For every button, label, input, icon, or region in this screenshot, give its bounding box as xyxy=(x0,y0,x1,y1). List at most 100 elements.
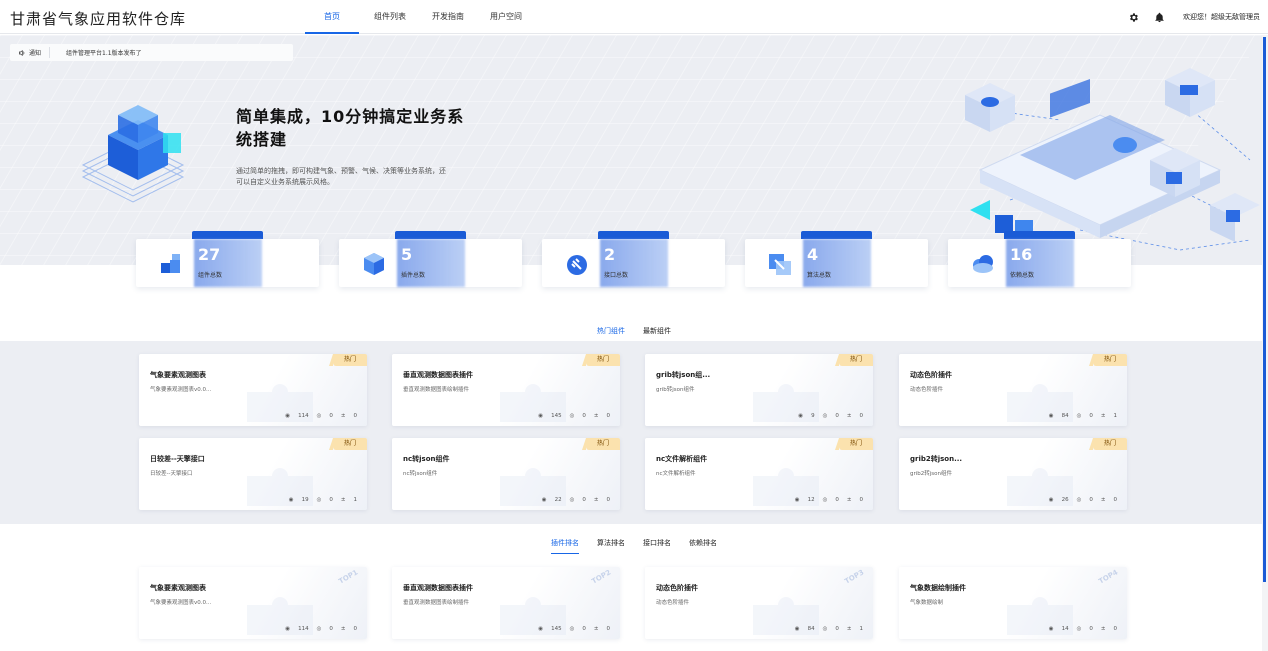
card-stats: ◉ 84 ◎ 0 ±1 xyxy=(1049,413,1117,419)
gear-icon[interactable] xyxy=(1127,11,1139,23)
hot-badge: 热门 xyxy=(329,354,367,366)
eye-icon: ◉ xyxy=(538,626,544,632)
stat-card-dependencies[interactable]: 16 依赖总数 xyxy=(948,231,1131,287)
ranking-card[interactable]: TOP2 垂直观测数据图表插件 垂直观测数据图表绘制插件 ◉ 145 ◎ 0 ±0 xyxy=(392,567,620,639)
tab-new-components[interactable]: 最新组件 xyxy=(643,326,671,342)
component-card[interactable]: 热门 nc转json组件 nc转json组件 ◉ 22 ◎ 0 ±0 xyxy=(392,438,620,510)
download-count: 0 xyxy=(606,413,611,419)
tab-hot-components[interactable]: 热门组件 xyxy=(597,326,625,342)
tab-plugin-ranking[interactable]: 插件排名 xyxy=(551,538,579,554)
hot-badge: 热门 xyxy=(1089,438,1127,450)
stat-number: 5 xyxy=(401,245,413,264)
card-subtitle: 日较差--天擎接口 xyxy=(150,471,193,477)
card-title: 气象要素观测图表 xyxy=(150,371,206,379)
stat-card-plugins[interactable]: 5 插件总数 xyxy=(339,231,522,287)
component-card[interactable]: 热门 动态色阶插件 动态色阶插件 ◉ 84 ◎ 0 ±1 xyxy=(899,354,1127,426)
dependency-icon xyxy=(973,255,993,273)
download-icon: ± xyxy=(593,497,599,503)
component-card[interactable]: 热门 nc文件解析组件 nc文件解析组件 ◉ 12 ◎ 0 ±0 xyxy=(645,438,873,510)
card-subtitle: 气象要素观测图表v0.0... xyxy=(150,600,212,606)
card-stats: ◉ 12 ◎ 0 ±0 xyxy=(795,497,863,503)
like-icon: ◎ xyxy=(822,497,828,503)
nav-dev-guide[interactable]: 开发指南 xyxy=(419,0,477,34)
card-stats: ◉ 145 ◎ 0 ±0 xyxy=(538,626,610,632)
component-card[interactable]: 热门 气象要素观测图表 气象要素观测图表v0.0... ◉ 114 ◎ 0 ±0 xyxy=(139,354,367,426)
notice-text[interactable]: 组件管理平台1.1版本发布了 xyxy=(50,48,142,57)
hot-badge: 热门 xyxy=(1089,354,1127,366)
stat-label: 插件总数 xyxy=(401,272,426,279)
algorithm-icon xyxy=(769,254,791,275)
view-count: 145 xyxy=(551,626,562,632)
card-title: 日较差--天擎接口 xyxy=(150,455,205,463)
eye-icon: ◉ xyxy=(794,497,800,503)
component-card[interactable]: 热门 垂直观测数据图表插件 垂直观测数据图表绘制插件 ◉ 145 ◎ 0 ±0 xyxy=(392,354,620,426)
like-icon: ◎ xyxy=(569,497,575,503)
hot-badge: 热门 xyxy=(582,438,620,450)
component-card[interactable]: 热门 grib2转json... grib2转json组件 ◉ 26 ◎ 0 ±0 xyxy=(899,438,1127,510)
main-nav: 首页 组件列表 开发指南 用户空间 xyxy=(303,0,535,34)
download-icon: ± xyxy=(846,497,852,503)
ranking-card[interactable]: TOP1 气象要素观测图表 气象要素观测图表v0.0... ◉ 114 ◎ 0 ±0 xyxy=(139,567,367,639)
tab-dependency-ranking[interactable]: 依赖排名 xyxy=(689,538,717,554)
tab-interface-ranking[interactable]: 接口排名 xyxy=(643,538,671,554)
bell-icon[interactable] xyxy=(1153,11,1165,23)
download-count: 0 xyxy=(1113,626,1118,632)
tab-algorithm-ranking[interactable]: 算法排名 xyxy=(597,538,625,554)
ranking-tabs: 插件排名 算法排名 接口排名 依赖排名 xyxy=(0,538,1268,554)
card-subtitle: 气象要素观测图表v0.0... xyxy=(150,387,212,393)
download-icon: ± xyxy=(1100,497,1106,503)
eye-icon: ◉ xyxy=(541,497,547,503)
like-count: 0 xyxy=(1089,626,1093,632)
stat-label: 依赖总数 xyxy=(1010,272,1035,279)
ranking-card[interactable]: TOP4 气象数据绘制插件 气象数据绘制 ◉ 14 ◎ 0 ±0 xyxy=(899,567,1127,639)
brand-title: 甘肃省气象应用软件仓库 xyxy=(10,10,187,28)
top-rank-badge: TOP2 xyxy=(590,568,613,586)
page-scrollbar[interactable] xyxy=(1262,35,1268,651)
ranking-card[interactable]: TOP3 动态色阶插件 动态色阶插件 ◉ 84 ◎ 0 ±1 xyxy=(645,567,873,639)
download-count: 0 xyxy=(859,497,864,503)
like-icon: ◎ xyxy=(1076,497,1082,503)
stat-label: 接口总数 xyxy=(604,272,629,279)
like-count: 0 xyxy=(329,626,333,632)
like-count: 0 xyxy=(835,626,839,632)
card-stats: ◉ 145 ◎ 0 ±0 xyxy=(538,413,610,419)
hot-badge: 热门 xyxy=(835,438,873,450)
stat-card-interfaces[interactable]: 2 接口总数 xyxy=(542,231,725,287)
card-title: grib2转json... xyxy=(910,455,963,463)
eye-icon: ◉ xyxy=(538,413,544,419)
speaker-icon xyxy=(19,49,25,56)
download-count: 1 xyxy=(1113,413,1118,419)
hot-badge: 热门 xyxy=(582,354,620,366)
view-count: 14 xyxy=(1061,626,1069,632)
card-title: 动态色阶插件 xyxy=(656,584,698,592)
top-rank-badge: TOP3 xyxy=(843,568,866,586)
nav-user-space[interactable]: 用户空间 xyxy=(477,0,535,34)
welcome-user[interactable]: 欢迎您！超级无敌管理员 xyxy=(1183,12,1260,22)
header-actions: 欢迎您！超级无敌管理员 xyxy=(1127,0,1260,34)
notice-bar[interactable]: 通知 组件管理平台1.1版本发布了 xyxy=(10,44,293,61)
nav-home[interactable]: 首页 xyxy=(303,0,361,34)
component-card[interactable]: 热门 grib转json组... grib转json组件 ◉ 9 ◎ 0 ±0 xyxy=(645,354,873,426)
view-count: 114 xyxy=(298,626,309,632)
view-count: 145 xyxy=(551,413,562,419)
nav-component-list[interactable]: 组件列表 xyxy=(361,0,419,34)
card-stats: ◉ 22 ◎ 0 ±0 xyxy=(542,497,610,503)
scrollbar-thumb[interactable] xyxy=(1263,37,1266,582)
component-card[interactable]: 热门 日较差--天擎接口 日较差--天擎接口 ◉ 19 ◎ 0 ±1 xyxy=(139,438,367,510)
download-icon: ± xyxy=(340,413,346,419)
download-icon: ± xyxy=(340,497,346,503)
like-icon: ◎ xyxy=(316,413,322,419)
card-subtitle: grib2转json组件 xyxy=(910,471,953,477)
like-icon: ◎ xyxy=(316,497,322,503)
card-subtitle: 垂直观测数据图表绘制插件 xyxy=(403,600,470,606)
download-count: 0 xyxy=(606,497,611,503)
view-count: 22 xyxy=(554,497,562,503)
stat-label: 算法总数 xyxy=(807,272,832,279)
view-count: 114 xyxy=(298,413,309,419)
stat-card-components[interactable]: 27 组件总数 xyxy=(136,231,319,287)
stat-number: 27 xyxy=(198,245,221,264)
like-icon: ◎ xyxy=(822,626,828,632)
stat-label: 组件总数 xyxy=(198,272,223,279)
component-tabs: 热门组件 最新组件 xyxy=(0,326,1268,342)
stat-card-algorithms[interactable]: 4 算法总数 xyxy=(745,231,928,287)
